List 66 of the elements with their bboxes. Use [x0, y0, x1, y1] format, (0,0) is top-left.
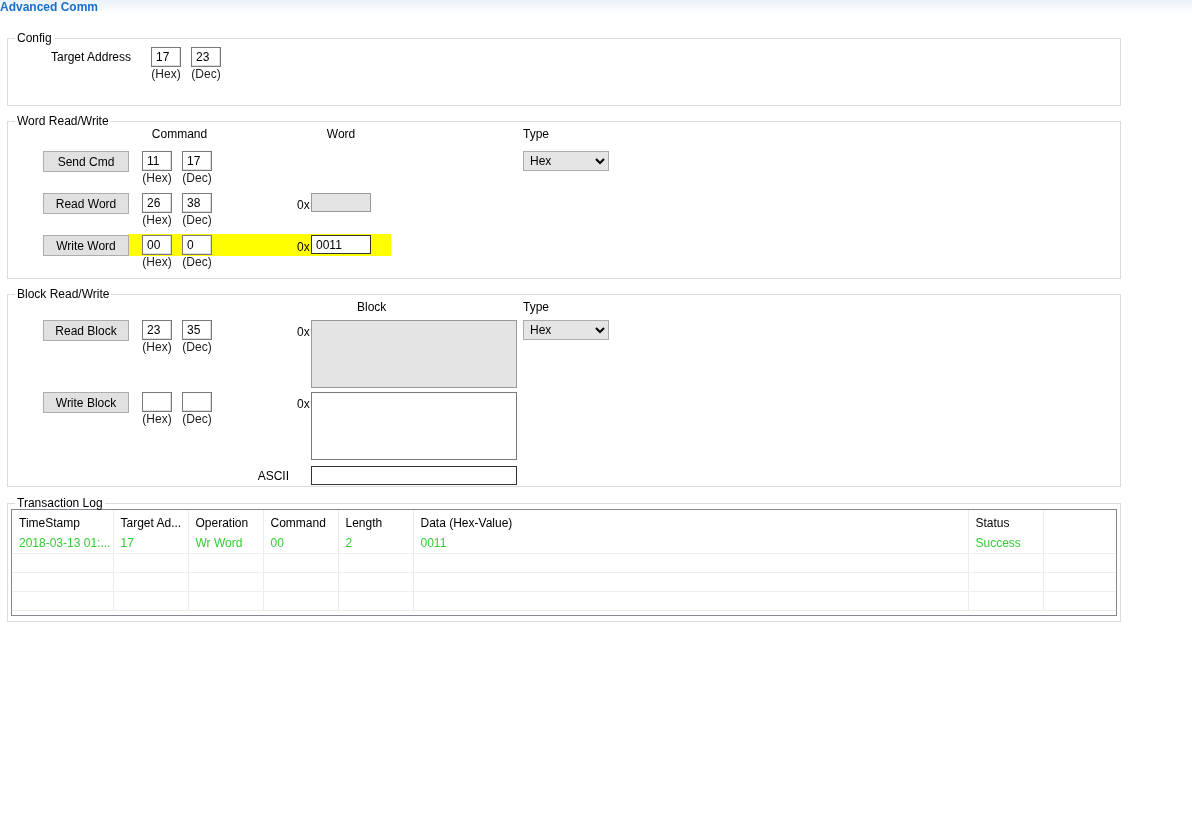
unit-label: (Dec) — [182, 171, 212, 185]
table-cell: 2018-03-13 01:... — [12, 534, 113, 553]
unit-label: (Dec) — [182, 213, 212, 227]
ascii-field[interactable] — [311, 466, 517, 485]
table-cell: 0011 — [413, 534, 968, 553]
block-field[interactable] — [311, 320, 517, 388]
command-button[interactable]: Read Block — [43, 320, 129, 341]
type-select[interactable]: Hex — [523, 320, 609, 340]
unit-label: (Hex) — [142, 171, 172, 185]
group-title: Word Read/Write — [16, 115, 110, 127]
group-title: Transaction Log — [16, 497, 104, 509]
field-label: ASCII — [257, 468, 290, 485]
hex-field[interactable]: 17 — [151, 47, 181, 67]
dec-field[interactable]: 35 — [182, 320, 212, 340]
command-button[interactable]: Write Block — [43, 392, 129, 413]
column-header[interactable]: Data (Hex-Value) — [413, 510, 968, 534]
type-select[interactable]: Hex — [523, 151, 609, 171]
unit-label: (Hex) — [151, 67, 181, 81]
column-heading: Type — [523, 126, 550, 143]
command-button[interactable]: Write Word — [43, 235, 129, 256]
dec-field[interactable]: 17 — [182, 151, 212, 171]
column-header[interactable]: Length — [338, 510, 413, 534]
hex-prefix: 0x — [297, 197, 311, 214]
dec-field[interactable]: 23 — [191, 47, 221, 67]
unit-label: (Hex) — [142, 340, 172, 354]
table-cell: Wr Word — [188, 534, 263, 553]
hex-field[interactable]: 00 — [142, 235, 172, 255]
window-title: Advanced Comm — [0, 0, 99, 14]
hex-prefix: 0x — [297, 239, 311, 256]
table-cell: 00 — [263, 534, 338, 553]
unit-label: (Dec) — [191, 67, 221, 81]
hex-prefix: 0x — [297, 324, 311, 341]
column-header[interactable]: Command — [263, 510, 338, 534]
block-field[interactable] — [311, 392, 517, 460]
table-cell: Success — [968, 534, 1043, 553]
dec-field[interactable]: 0 — [182, 235, 212, 255]
unit-label: (Dec) — [182, 255, 212, 269]
command-button[interactable]: Read Word — [43, 193, 129, 214]
dec-field[interactable] — [182, 392, 212, 412]
hex-field[interactable]: 11 — [142, 151, 172, 171]
column-heading: Block — [357, 299, 387, 316]
unit-label: (Hex) — [142, 412, 172, 426]
hex-field[interactable]: 23 — [142, 320, 172, 340]
table-cell: 17 — [113, 534, 188, 553]
unit-label: (Dec) — [182, 340, 212, 354]
column-header[interactable]: Status — [968, 510, 1043, 534]
column-heading: Word — [326, 126, 356, 143]
column-header[interactable]: Operation — [188, 510, 263, 534]
dec-field[interactable]: 38 — [182, 193, 212, 213]
field-label: Target Address — [51, 49, 133, 66]
column-heading: Command — [150, 126, 209, 143]
command-button[interactable]: Send Cmd — [43, 151, 129, 172]
group-title: Block Read/Write — [16, 288, 111, 300]
column-heading: Type — [523, 299, 550, 316]
hex-field[interactable] — [142, 392, 172, 412]
unit-label: (Hex) — [142, 255, 172, 269]
group-title: Config — [16, 32, 53, 44]
unit-label: (Dec) — [182, 412, 212, 426]
hex-field[interactable]: 26 — [142, 193, 172, 213]
column-header[interactable]: Target Ad... — [113, 510, 188, 534]
table-cell: 2 — [338, 534, 413, 553]
hex-prefix: 0x — [297, 396, 311, 413]
word-field[interactable]: 0011 — [311, 235, 371, 254]
unit-label: (Hex) — [142, 213, 172, 227]
word-field[interactable] — [311, 193, 371, 212]
column-header[interactable]: TimeStamp — [12, 510, 113, 534]
